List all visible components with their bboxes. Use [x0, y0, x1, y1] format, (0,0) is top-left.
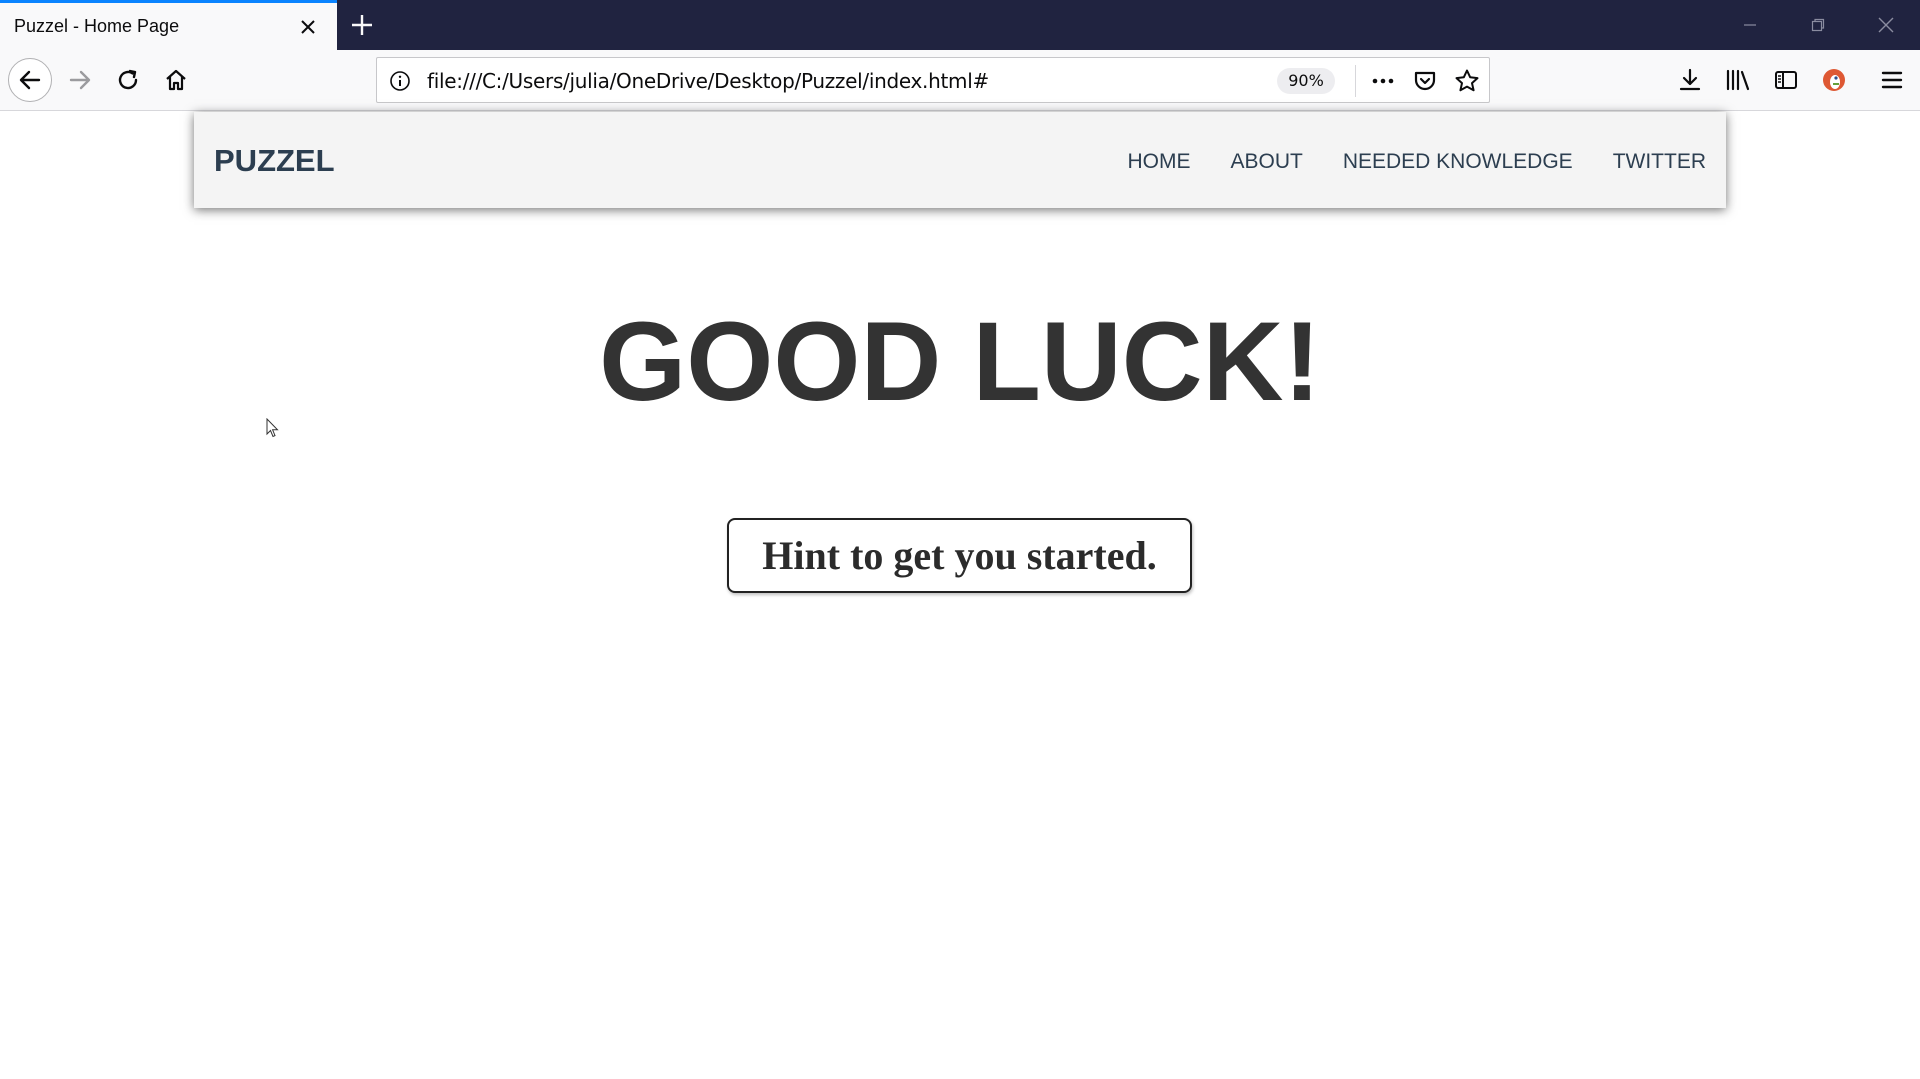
url-text[interactable]: file:///C:/Users/julia/OneDrive/Desktop/…: [427, 69, 989, 93]
nav-link-about[interactable]: ABOUT: [1230, 150, 1302, 174]
sidebar-icon[interactable]: [1770, 64, 1802, 96]
nav-link-home[interactable]: HOME: [1127, 150, 1190, 174]
home-icon[interactable]: [154, 58, 198, 102]
close-icon[interactable]: [1852, 0, 1920, 50]
minimize-icon[interactable]: [1716, 0, 1784, 50]
site-logo[interactable]: PUZZEL: [214, 143, 335, 179]
site-nav: HOME ABOUT NEEDED KNOWLEDGE TWITTER: [1127, 150, 1706, 174]
page-headline: GOOD LUCK!: [599, 299, 1321, 424]
reload-icon[interactable]: [106, 58, 150, 102]
duckduckgo-icon[interactable]: [1818, 64, 1850, 96]
info-icon[interactable]: [389, 70, 411, 92]
browser-tab-active[interactable]: Puzzel - Home Page: [0, 0, 337, 50]
url-bar[interactable]: file:///C:/Users/julia/OneDrive/Desktop/…: [376, 57, 1490, 103]
restore-icon[interactable]: [1784, 0, 1852, 50]
download-icon[interactable]: [1674, 64, 1706, 96]
library-icon[interactable]: [1722, 64, 1754, 96]
pocket-icon[interactable]: [1411, 67, 1439, 95]
browser-toolbar: file:///C:/Users/julia/OneDrive/Desktop/…: [0, 50, 1920, 111]
back-arrow-icon[interactable]: [8, 58, 52, 102]
tab-title: Puzzel - Home Page: [14, 16, 180, 36]
nav-link-twitter[interactable]: TWITTER: [1613, 150, 1706, 174]
site-header: PUZZEL HOME ABOUT NEEDED KNOWLEDGE TWITT…: [194, 112, 1726, 208]
nav-link-needed-knowledge[interactable]: NEEDED KNOWLEDGE: [1343, 150, 1573, 174]
forward-arrow-icon[interactable]: [58, 58, 102, 102]
browser-tabstrip: Puzzel - Home Page: [0, 0, 1920, 50]
star-icon[interactable]: [1453, 67, 1481, 95]
page-viewport: PUZZEL HOME ABOUT NEEDED KNOWLEDGE TWITT…: [0, 112, 1920, 1079]
url-bar-divider: [1355, 65, 1356, 97]
hint-button[interactable]: Hint to get you started.: [727, 518, 1192, 593]
close-icon[interactable]: [296, 15, 320, 39]
more-icon[interactable]: [1369, 67, 1397, 95]
zoom-level-badge[interactable]: 90%: [1277, 68, 1335, 94]
mouse-cursor-icon: [266, 417, 280, 438]
plus-icon[interactable]: [348, 11, 376, 39]
hamburger-menu-icon[interactable]: [1876, 64, 1908, 96]
